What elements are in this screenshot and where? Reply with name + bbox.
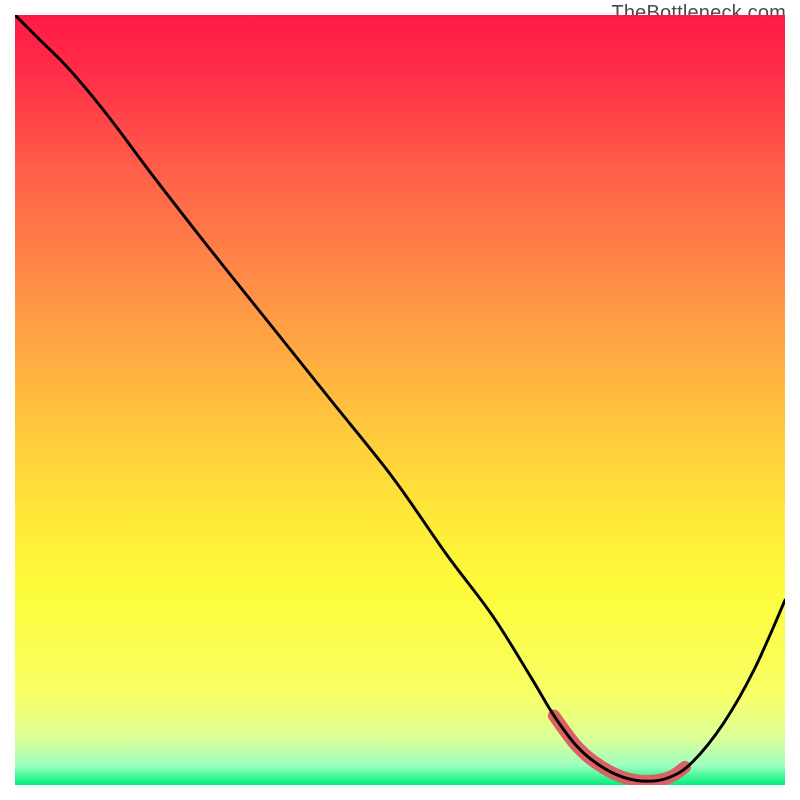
- bottleneck-chart: TheBottleneck.com: [0, 0, 800, 800]
- curve-layer: [15, 15, 785, 785]
- thick-segment: [554, 716, 685, 781]
- plot-area: [15, 15, 785, 785]
- bottleneck-curve-line: [15, 15, 785, 781]
